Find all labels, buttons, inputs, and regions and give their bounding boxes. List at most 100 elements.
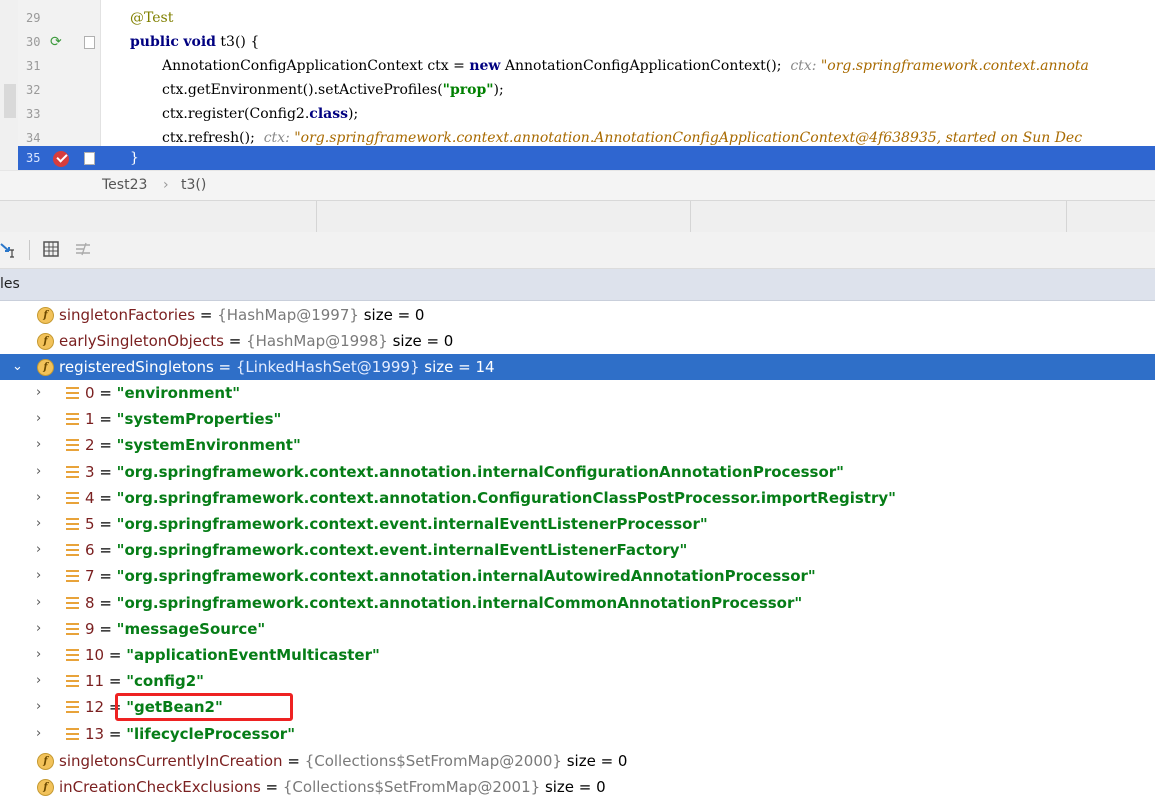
item-index: 6 xyxy=(85,541,95,560)
expand-chevron-icon[interactable]: › xyxy=(36,590,41,616)
code-line-29[interactable]: 29 @Test xyxy=(0,6,1155,30)
item-value: "org.springframework.context.annotation.… xyxy=(116,488,896,507)
expand-chevron-icon[interactable]: › xyxy=(36,406,41,432)
item-index: 5 xyxy=(85,515,95,533)
expand-chevron-icon[interactable]: › xyxy=(36,563,41,589)
object-ref: {LinkedHashSet@1999} xyxy=(235,358,420,376)
keyword: void xyxy=(183,34,216,50)
list-item[interactable]: › 7 = "org.springframework.context.annota… xyxy=(0,563,1155,589)
collection-size: size = 0 xyxy=(544,778,606,796)
expand-chevron-icon[interactable]: › xyxy=(36,616,41,642)
list-item[interactable]: › 8 = "org.springframework.context.annota… xyxy=(0,590,1155,616)
equals-sign: = xyxy=(282,752,305,770)
collection-size: size = 0 xyxy=(392,332,454,350)
expand-chevron-icon[interactable]: › xyxy=(36,511,41,537)
tree-row-field-selected[interactable]: ⌄ f registeredSingletons = {LinkedHashSe… xyxy=(0,354,1155,380)
method-signature: t3() { xyxy=(215,34,260,50)
breakpoint-icon[interactable] xyxy=(53,151,69,167)
expand-chevron-icon[interactable]: › xyxy=(36,694,41,720)
list-item[interactable]: › 5 = "org.springframework.context.event.… xyxy=(0,511,1155,537)
list-element-icon xyxy=(66,413,79,426)
expand-chevron-icon[interactable]: › xyxy=(36,721,41,747)
list-item[interactable]: › 6 = "org.springframework.context.event.… xyxy=(0,537,1155,563)
field-name: singletonsCurrentlyInCreation xyxy=(59,752,283,770)
equals-sign: = xyxy=(94,410,117,429)
expand-chevron-icon[interactable]: › xyxy=(36,642,41,668)
line-number: 29 xyxy=(26,11,41,25)
trace-icon[interactable] xyxy=(74,240,92,258)
equals-sign: = xyxy=(94,541,117,560)
item-value: "systemEnvironment" xyxy=(116,436,301,455)
code-line-30[interactable]: 30 ⟳ public void t3() { xyxy=(0,30,1155,54)
tree-row-field[interactable]: f singletonFactories = {HashMap@1997} si… xyxy=(0,302,1155,328)
collapse-chevron-icon[interactable]: ⌄ xyxy=(12,354,23,380)
list-item[interactable]: › 2 = "systemEnvironment" xyxy=(0,432,1155,458)
list-element-icon xyxy=(66,387,79,399)
expand-chevron-icon[interactable]: › xyxy=(36,485,41,511)
test-annotation: @Test xyxy=(130,10,174,26)
equals-sign: = xyxy=(94,619,117,638)
expand-chevron-icon[interactable]: › xyxy=(36,537,41,563)
evaluate-table-icon[interactable] xyxy=(42,240,60,258)
run-test-icon[interactable]: ⟳ xyxy=(50,34,62,50)
list-item[interactable]: › 4 = "org.springframework.context.annota… xyxy=(0,485,1155,511)
tree-row-field[interactable]: f inCreationCheckExclusions = {Collectio… xyxy=(0,774,1155,800)
tree-row-field[interactable]: f singletonsCurrentlyInCreation = {Colle… xyxy=(0,748,1155,774)
scroll-marker xyxy=(4,84,16,118)
list-item[interactable]: › 10 = "applicationEventMulticaster" xyxy=(0,642,1155,668)
item-index: 7 xyxy=(85,567,95,586)
item-index: 12 xyxy=(85,698,105,717)
list-item[interactable]: › 11 = "config2" xyxy=(0,668,1155,694)
variables-panel-title: les xyxy=(0,276,20,292)
code-line-31[interactable]: 31 AnnotationConfigApplicationContext ct… xyxy=(0,54,1155,78)
current-execution-line[interactable]: 35 } xyxy=(0,146,1155,170)
breadcrumb-method[interactable]: t3() xyxy=(181,177,206,193)
expand-chevron-icon[interactable]: › xyxy=(36,380,41,406)
fold-icon[interactable] xyxy=(84,36,95,49)
list-item[interactable]: › 13 = "lifecycleProcessor" xyxy=(0,721,1155,747)
code-editor[interactable]: 29 @Test 30 ⟳ public void t3() { 31 Anno… xyxy=(0,0,1155,170)
equals-sign: = xyxy=(94,593,117,612)
breadcrumb-separator: › xyxy=(163,177,169,193)
field-icon: f xyxy=(37,779,54,796)
list-item[interactable]: › 1 = "systemProperties" xyxy=(0,406,1155,432)
collection-size: size = 0 xyxy=(363,306,425,324)
item-index: 1 xyxy=(85,410,95,429)
line-number: 30 xyxy=(26,35,41,49)
list-item[interactable]: › 9 = "messageSource" xyxy=(0,616,1155,642)
breadcrumb-class[interactable]: Test23 xyxy=(102,177,147,193)
item-index: 2 xyxy=(85,436,95,455)
debug-tab-bar[interactable] xyxy=(0,200,1155,233)
keyword: class xyxy=(309,106,348,122)
field-icon: f xyxy=(37,359,54,376)
field-name: inCreationCheckExclusions xyxy=(59,778,261,796)
code-line-32[interactable]: 32 ctx.getEnvironment().setActiveProfile… xyxy=(0,78,1155,102)
equals-sign: = xyxy=(94,488,117,507)
tree-row-field[interactable]: f earlySingletonObjects = {HashMap@1998}… xyxy=(0,328,1155,354)
field-icon: f xyxy=(37,307,54,324)
expand-chevron-icon[interactable]: › xyxy=(36,668,41,694)
item-value: "org.springframework.context.event.inter… xyxy=(116,515,708,533)
expand-chevron-icon[interactable]: › xyxy=(36,432,41,458)
line-number: 33 xyxy=(26,107,41,121)
list-element-icon xyxy=(66,544,79,557)
equals-sign: = xyxy=(104,724,127,743)
item-index: 0 xyxy=(85,384,95,402)
list-item[interactable]: › 3 = "org.springframework.context.annota… xyxy=(0,459,1155,485)
code-text: ctx.getEnvironment().setActiveProfiles( xyxy=(162,82,443,98)
code-text: ); xyxy=(493,82,504,98)
code-text: AnnotationConfigApplicationContext(); xyxy=(500,58,782,74)
field-icon: f xyxy=(37,753,54,770)
item-index: 3 xyxy=(85,462,95,481)
list-item[interactable]: › 0 = "environment" xyxy=(0,380,1155,406)
fold-icon[interactable] xyxy=(84,152,95,165)
code-text: AnnotationConfigApplicationContext ctx = xyxy=(162,58,470,74)
code-text: ); xyxy=(347,106,359,122)
code-line-33[interactable]: 33 ctx.register(Config2.class); xyxy=(0,102,1155,126)
field-name: singletonFactories xyxy=(59,306,196,324)
step-into-cursor-icon[interactable] xyxy=(0,240,18,258)
list-element-icon xyxy=(66,570,79,583)
expand-chevron-icon[interactable]: › xyxy=(36,459,41,485)
equals-sign: = xyxy=(94,384,117,402)
list-element-icon xyxy=(66,465,79,478)
